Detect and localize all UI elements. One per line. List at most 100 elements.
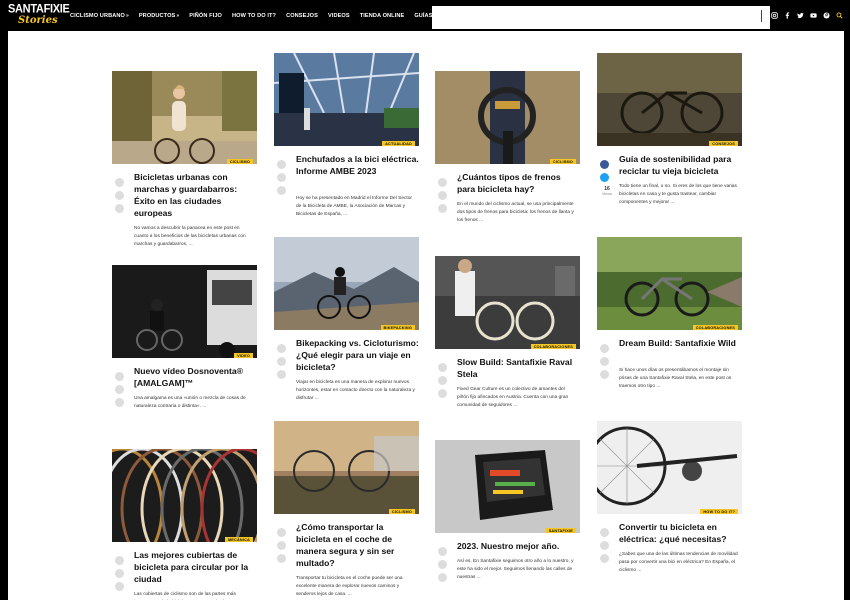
post-title[interactable]: Slow Build: Santafixie Raval Stela (457, 356, 581, 380)
post-card[interactable]: BIKEPACKING Bikepacking vs. Cicloturismo:… (274, 237, 419, 401)
nav-item-2[interactable]: PRODUCTOS» (139, 13, 179, 19)
share-icon[interactable] (277, 554, 286, 563)
post-thumbnail[interactable]: CICLISMO (435, 71, 580, 164)
share-icon[interactable] (600, 357, 609, 366)
post-thumbnail[interactable]: BIKEPACKING (274, 237, 419, 330)
post-thumbnail[interactable]: COLABORACIONES (597, 237, 742, 330)
post-thumbnail[interactable]: SANTAFIXIE (435, 440, 580, 533)
post-thumbnail[interactable]: ACTUALIDAD (274, 53, 419, 146)
share-icon[interactable] (600, 541, 609, 550)
post-title[interactable]: Dream Build: Santafixie Wild (619, 337, 743, 349)
search-area[interactable] (432, 6, 770, 29)
category-badge[interactable]: MECÁNICA (224, 537, 253, 542)
share-icon[interactable] (438, 547, 447, 556)
share-icon[interactable] (438, 191, 447, 200)
post-card[interactable]: CONSEJOS 16 Views Guía de sostenibilidad pa… (597, 53, 742, 205)
share-icon[interactable] (438, 389, 447, 398)
category-badge[interactable]: SANTAFIXIE (545, 528, 576, 533)
share-icon[interactable] (115, 372, 124, 381)
post-excerpt: Hoy se ha presentado en Madrid el Inform… (296, 196, 412, 217)
nav-item-3[interactable]: PIÑÓN FIJO (189, 13, 222, 19)
post-title[interactable]: ¿Cómo transportar la bicicleta en el coc… (296, 521, 420, 569)
nav-item-label: TIENDA ONLINE (359, 12, 405, 19)
share-icon[interactable] (438, 560, 447, 569)
category-badge[interactable]: CICLISMO (549, 159, 576, 164)
twitter-share-icon[interactable] (600, 173, 609, 182)
post-thumbnail[interactable]: COLABORACIONES (435, 256, 580, 349)
share-icon[interactable] (600, 528, 609, 537)
category-badge[interactable]: HOW TO DO IT? (700, 509, 738, 514)
post-card[interactable]: CICLISMO ¿Cuántos tipos de frenos para bi… (435, 71, 580, 223)
santafixie-stories-logo[interactable]: SANTAFIXIE Stories (8, 2, 70, 29)
post-card[interactable]: COLABORACIONES Slow Build: Santafixie Rav… (435, 256, 580, 408)
search-icon[interactable] (834, 11, 844, 21)
post-thumbnail[interactable]: CICLISMO (112, 71, 257, 164)
share-icon[interactable] (277, 541, 286, 550)
category-badge[interactable]: ACTUALIDAD (382, 141, 415, 146)
share-icon[interactable] (438, 376, 447, 385)
share-icon[interactable] (115, 569, 124, 578)
post-thumbnail[interactable]: HOW TO DO IT? (597, 421, 742, 514)
post-title[interactable]: ¿Cuántos tipos de frenos para bicicleta … (457, 171, 581, 195)
category-badge[interactable]: VIDEO (234, 353, 253, 358)
post-card[interactable]: VIDEO Nuevo vídeo Dosnoventa® [AMALGAM]™ U… (112, 265, 257, 409)
share-icon[interactable] (438, 363, 447, 372)
share-icon[interactable] (115, 191, 124, 200)
nav-item-7[interactable]: TIENDA ONLINE (360, 13, 405, 19)
post-title[interactable]: Convertir tu bicicleta en eléctrica: ¿qu… (619, 521, 743, 545)
share-icon[interactable] (277, 528, 286, 537)
post-thumbnail[interactable]: CONSEJOS (597, 53, 742, 146)
share-icon[interactable] (600, 370, 609, 379)
share-icon[interactable] (115, 398, 124, 407)
post-card[interactable]: MECÁNICA Las mejores cubiertas de bicicle… (112, 449, 257, 600)
share-icon[interactable] (600, 344, 609, 353)
twitter-icon[interactable] (795, 11, 805, 21)
share-icon[interactable] (277, 370, 286, 379)
category-badge[interactable]: CICLISMO (388, 509, 415, 514)
share-icon[interactable] (277, 160, 286, 169)
post-title[interactable]: Enchufados a la bici eléctrica. Informe … (296, 153, 420, 177)
share-icon[interactable] (277, 186, 286, 195)
share-icon[interactable] (115, 582, 124, 591)
share-icon[interactable] (438, 573, 447, 582)
pinterest-icon[interactable] (821, 11, 831, 21)
category-badge[interactable]: CICLISMO (226, 159, 253, 164)
nav-item-4[interactable]: HOW TO DO IT? (232, 13, 276, 19)
share-icon[interactable] (115, 204, 124, 213)
post-title[interactable]: Las mejores cubiertas de bicicleta para … (134, 549, 258, 585)
facebook-icon[interactable] (782, 11, 792, 21)
post-thumbnail[interactable]: MECÁNICA (112, 449, 257, 542)
share-icon[interactable] (438, 204, 447, 213)
post-card[interactable]: CICLISMO ¿Cómo transportar la bicicleta e… (274, 421, 419, 597)
post-title[interactable]: Nuevo vídeo Dosnoventa® [AMALGAM]™ (134, 365, 258, 389)
share-icon[interactable] (600, 554, 609, 563)
share-icon[interactable] (277, 357, 286, 366)
post-title[interactable]: 2023. Nuestro mejor año. (457, 540, 581, 552)
post-thumbnail[interactable]: VIDEO (112, 265, 257, 358)
category-badge[interactable]: CONSEJOS (709, 141, 738, 146)
post-title[interactable]: Bikepacking vs. Cicloturismo: ¿Qué elegi… (296, 337, 420, 373)
category-badge[interactable]: COLABORACIONES (692, 325, 738, 330)
post-title[interactable]: Bicicletas urbanas con marchas y guardab… (134, 171, 258, 219)
nav-item-6[interactable]: VIDEOS (328, 13, 350, 19)
instagram-icon[interactable] (769, 11, 779, 21)
share-icon[interactable] (438, 178, 447, 187)
share-icon[interactable] (277, 344, 286, 353)
post-card[interactable]: HOW TO DO IT? Convertir tu bicicleta en e… (597, 421, 742, 573)
post-card[interactable]: CICLISMO Bicicletas urbanas con marchas y… (112, 71, 257, 247)
share-icon[interactable] (115, 556, 124, 565)
nav-item-5[interactable]: CONSEJOS (286, 13, 318, 19)
nav-item-1[interactable]: CICLISMO URBANO» (70, 13, 129, 19)
youtube-icon[interactable] (808, 11, 818, 21)
share-icon[interactable] (277, 173, 286, 182)
post-card[interactable]: SANTAFIXIE 2023. Nuestro mejor año. Así es… (435, 440, 580, 582)
share-icon[interactable] (115, 385, 124, 394)
post-thumbnail[interactable]: CICLISMO (274, 421, 419, 514)
facebook-share-icon[interactable] (600, 160, 609, 169)
category-badge[interactable]: BIKEPACKING (380, 325, 415, 330)
post-card[interactable]: ACTUALIDAD Enchufados a la bici eléctrica… (274, 53, 419, 217)
category-badge[interactable]: COLABORACIONES (530, 344, 576, 349)
share-icon[interactable] (115, 178, 124, 187)
post-card[interactable]: COLABORACIONES Dream Build: Santafixie Wi… (597, 237, 742, 389)
post-title[interactable]: Guía de sostenibilidad para reciclar tu … (619, 153, 743, 177)
